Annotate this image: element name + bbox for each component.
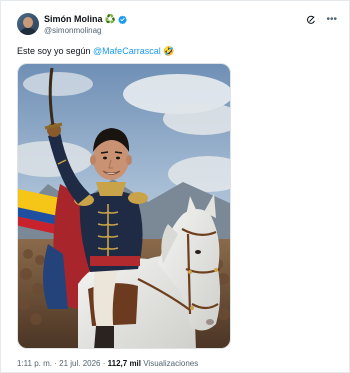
tweet-card[interactable]: Simón Molina ♻️ @simonmolinag ••• Este s… (0, 0, 350, 373)
tweet-media-image[interactable] (17, 63, 231, 349)
verified-badge-icon (117, 15, 127, 24)
meta-separator: · (54, 359, 57, 368)
mention-link[interactable]: @MafeCarrascal (93, 46, 161, 56)
tweet-text: Este soy yo según @MafeCarrascal 🤣 (17, 45, 174, 57)
display-name-row: Simón Molina ♻️ (44, 13, 127, 25)
author-names: Simón Molina ♻️ @simonmolinag (44, 13, 127, 36)
tweet-header: Simón Molina ♻️ @simonmolinag ••• (17, 13, 337, 37)
views-label: Visualizaciones (143, 359, 199, 368)
laughing-emoji: 🤣 (163, 46, 175, 56)
views-count[interactable]: 112,7 mil (108, 359, 141, 368)
display-name[interactable]: Simón Molina (44, 13, 103, 25)
equestrian-portrait-illustration (18, 64, 230, 348)
meta-separator: · (102, 359, 106, 368)
avatar[interactable] (17, 13, 39, 35)
recycle-emoji: ♻️ (104, 14, 116, 24)
more-options-icon[interactable]: ••• (326, 15, 337, 25)
header-actions: ••• (306, 15, 337, 25)
tweet-text-prefix: Este soy yo según (17, 46, 94, 56)
tweet-time[interactable]: 1:11 p. m. (17, 359, 52, 368)
author-handle[interactable]: @simonmolinag (44, 26, 127, 36)
tweet-meta: 1:11 p. m. · 21 jul. 2026 · 112,7 mil Vi… (17, 359, 198, 369)
tweet-date[interactable]: 21 jul. 2026 (59, 359, 100, 368)
grok-icon[interactable] (306, 15, 316, 25)
